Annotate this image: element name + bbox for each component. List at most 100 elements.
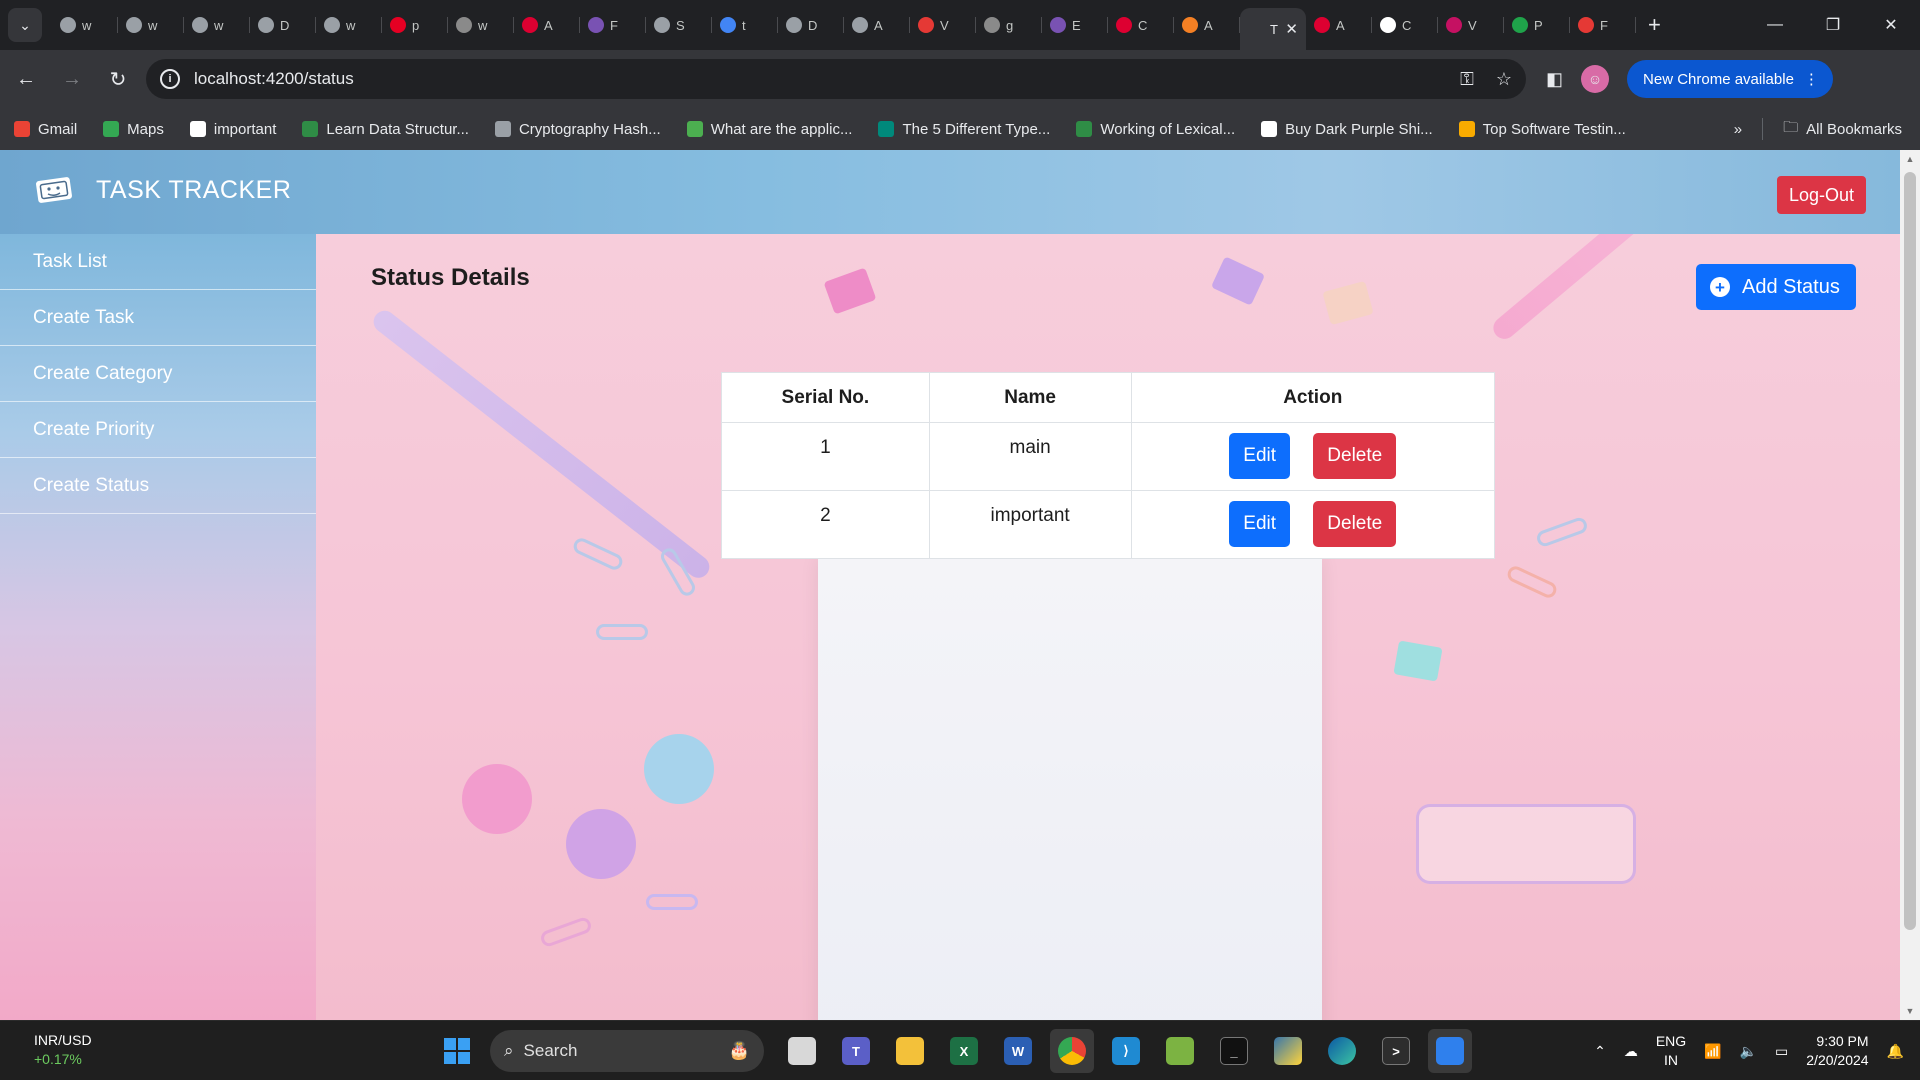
word-icon[interactable]: W bbox=[996, 1029, 1040, 1073]
browser-tab[interactable]: V bbox=[910, 6, 976, 44]
edit-button[interactable]: Edit bbox=[1229, 433, 1291, 479]
battery-icon[interactable]: ▭ bbox=[1775, 1043, 1788, 1060]
chrome-icon[interactable] bbox=[1050, 1029, 1094, 1073]
chevron-up-icon[interactable]: ⌃ bbox=[1594, 1043, 1606, 1060]
bookmark-item[interactable]: Working of Lexical... bbox=[1076, 121, 1235, 138]
scrollbar-thumb[interactable] bbox=[1904, 172, 1916, 930]
delete-button[interactable]: Delete bbox=[1313, 501, 1397, 547]
terminal-icon[interactable]: _ bbox=[1212, 1029, 1256, 1073]
browser-tab[interactable]: A bbox=[1306, 6, 1372, 44]
sidebar-item-task-list[interactable]: Task List bbox=[0, 234, 316, 290]
browser-tab[interactable]: g bbox=[976, 6, 1042, 44]
reload-button[interactable]: ↻ bbox=[98, 59, 138, 99]
browser-tab[interactable]: w bbox=[316, 6, 382, 44]
browser-tab[interactable]: F bbox=[1570, 6, 1636, 44]
app-brand[interactable]: TASK TRACKER bbox=[96, 176, 291, 205]
tab-favicon-icon bbox=[1116, 17, 1132, 33]
site-info-icon[interactable]: i bbox=[160, 69, 180, 89]
close-window-icon[interactable]: ✕ bbox=[1862, 0, 1920, 50]
onedrive-icon[interactable]: ☁ bbox=[1624, 1043, 1638, 1060]
edit-button[interactable]: Edit bbox=[1229, 501, 1291, 547]
bookmark-item[interactable]: Buy Dark Purple Shi... bbox=[1261, 121, 1433, 138]
browser-tab[interactable]: C bbox=[1108, 6, 1174, 44]
sidebar-item-create-category[interactable]: Create Category bbox=[0, 346, 316, 402]
browser-tab[interactable]: F bbox=[580, 6, 646, 44]
sidebar-item-create-priority[interactable]: Create Priority bbox=[0, 402, 316, 458]
language-indicator[interactable]: ENG IN bbox=[1656, 1032, 1686, 1070]
stock-widget[interactable]: INR/USD +0.17% bbox=[34, 1031, 92, 1069]
bookmark-item[interactable]: The 5 Different Type... bbox=[878, 121, 1050, 138]
wifi-icon[interactable]: 📶 bbox=[1704, 1043, 1721, 1060]
key-icon[interactable]: ⚿ bbox=[1460, 69, 1474, 90]
tab-search-button[interactable]: ⌄ bbox=[8, 8, 42, 42]
bookmark-item[interactable]: Learn Data Structur... bbox=[302, 121, 469, 138]
browser-tab[interactable]: P bbox=[1504, 6, 1570, 44]
forward-button[interactable]: → bbox=[52, 59, 92, 99]
tab-list: w w w Dw p w A F St D A Vg E C A T ✕ A C V P F bbox=[52, 0, 1636, 50]
browser-tab[interactable]: C bbox=[1372, 6, 1438, 44]
star-icon[interactable]: ☆ bbox=[1496, 69, 1512, 90]
browser-tab[interactable]: E bbox=[1042, 6, 1108, 44]
new-tab-button[interactable]: + bbox=[1648, 12, 1661, 38]
browser-tab[interactable]: D bbox=[250, 6, 316, 44]
back-button[interactable]: ← bbox=[6, 59, 46, 99]
paint-icon[interactable] bbox=[1428, 1029, 1472, 1073]
bookmark-item[interactable]: important bbox=[189, 121, 276, 138]
scroll-down-icon[interactable]: ▼ bbox=[1900, 1002, 1920, 1020]
scroll-up-icon[interactable]: ▲ bbox=[1900, 150, 1920, 168]
excel-icon[interactable]: X bbox=[942, 1029, 986, 1073]
python-icon[interactable] bbox=[1266, 1029, 1310, 1073]
sidebar-item-create-task[interactable]: Create Task bbox=[0, 290, 316, 346]
side-panel-icon[interactable]: ◧ bbox=[1546, 69, 1563, 90]
all-bookmarks-button[interactable]: 🗀 All Bookmarks bbox=[1783, 117, 1902, 142]
bookmark-item[interactable]: What are the applic... bbox=[686, 121, 852, 138]
browser-tab[interactable]: A bbox=[844, 6, 910, 44]
cmd-icon[interactable]: > bbox=[1374, 1029, 1418, 1073]
site-icon bbox=[686, 121, 703, 137]
status-table: Serial No. Name Action 1 main Edit Delet… bbox=[721, 372, 1495, 559]
vscode-icon[interactable]: ⟩ bbox=[1104, 1029, 1148, 1073]
bookmark-item[interactable]: Cryptography Hash... bbox=[494, 121, 661, 138]
notification-bell-icon[interactable]: 🔔 bbox=[1887, 1043, 1904, 1060]
tab-favicon-icon bbox=[654, 17, 670, 33]
browser-tab-active[interactable]: T ✕ bbox=[1240, 8, 1306, 50]
browser-tab[interactable]: A bbox=[1174, 6, 1240, 44]
clock[interactable]: 9:30 PM 2/20/2024 bbox=[1806, 1032, 1868, 1070]
url-text[interactable]: localhost:4200/status bbox=[194, 69, 354, 89]
restore-icon[interactable]: ❐ bbox=[1804, 0, 1862, 50]
browser-tab[interactable]: w bbox=[184, 6, 250, 44]
address-bar[interactable]: i localhost:4200/status ⚿ ☆ bbox=[146, 59, 1526, 99]
taskbar-search[interactable]: ⌕ Search 🎂 bbox=[490, 1030, 764, 1072]
tab-close-icon[interactable]: ✕ bbox=[1285, 20, 1298, 38]
browser-tab[interactable]: t bbox=[712, 6, 778, 44]
teams-icon[interactable]: T bbox=[834, 1029, 878, 1073]
browser-tab[interactable]: w bbox=[448, 6, 514, 44]
edge-icon[interactable] bbox=[1320, 1029, 1364, 1073]
browser-tab[interactable]: S bbox=[646, 6, 712, 44]
notepad-plus-icon[interactable] bbox=[1158, 1029, 1202, 1073]
page-scrollbar[interactable]: ▲ ▼ bbox=[1900, 150, 1920, 1020]
volume-icon[interactable]: 🔈 bbox=[1740, 1043, 1757, 1060]
add-status-button[interactable]: + Add Status bbox=[1696, 264, 1856, 310]
browser-tab[interactable]: V bbox=[1438, 6, 1504, 44]
bookmark-item[interactable]: Top Software Testin... bbox=[1458, 121, 1626, 138]
browser-tab[interactable]: A bbox=[514, 6, 580, 44]
browser-tab[interactable]: D bbox=[778, 6, 844, 44]
browser-tab[interactable]: w bbox=[52, 6, 118, 44]
windows-start-icon[interactable] bbox=[440, 1034, 474, 1068]
paperclip-image bbox=[596, 624, 648, 640]
profile-avatar[interactable]: ☺ bbox=[1581, 65, 1610, 93]
file-explorer-icon[interactable] bbox=[888, 1029, 932, 1073]
sidebar-item-create-status[interactable]: Create Status bbox=[0, 458, 316, 514]
logout-button[interactable]: Log-Out bbox=[1776, 176, 1866, 214]
browser-tab[interactable]: p bbox=[382, 6, 448, 44]
window-controls: — ❐ ✕ bbox=[1746, 0, 1920, 50]
update-chrome-button[interactable]: New Chrome available ⋮ bbox=[1627, 60, 1833, 98]
task-view-icon[interactable] bbox=[780, 1029, 824, 1073]
bookmark-item[interactable]: Gmail bbox=[14, 121, 77, 138]
browser-tab[interactable]: w bbox=[118, 6, 184, 44]
more-bookmarks-icon[interactable]: » bbox=[1734, 121, 1742, 138]
bookmark-item[interactable]: Maps bbox=[103, 121, 164, 138]
minimize-icon[interactable]: — bbox=[1746, 0, 1804, 50]
delete-button[interactable]: Delete bbox=[1313, 433, 1397, 479]
